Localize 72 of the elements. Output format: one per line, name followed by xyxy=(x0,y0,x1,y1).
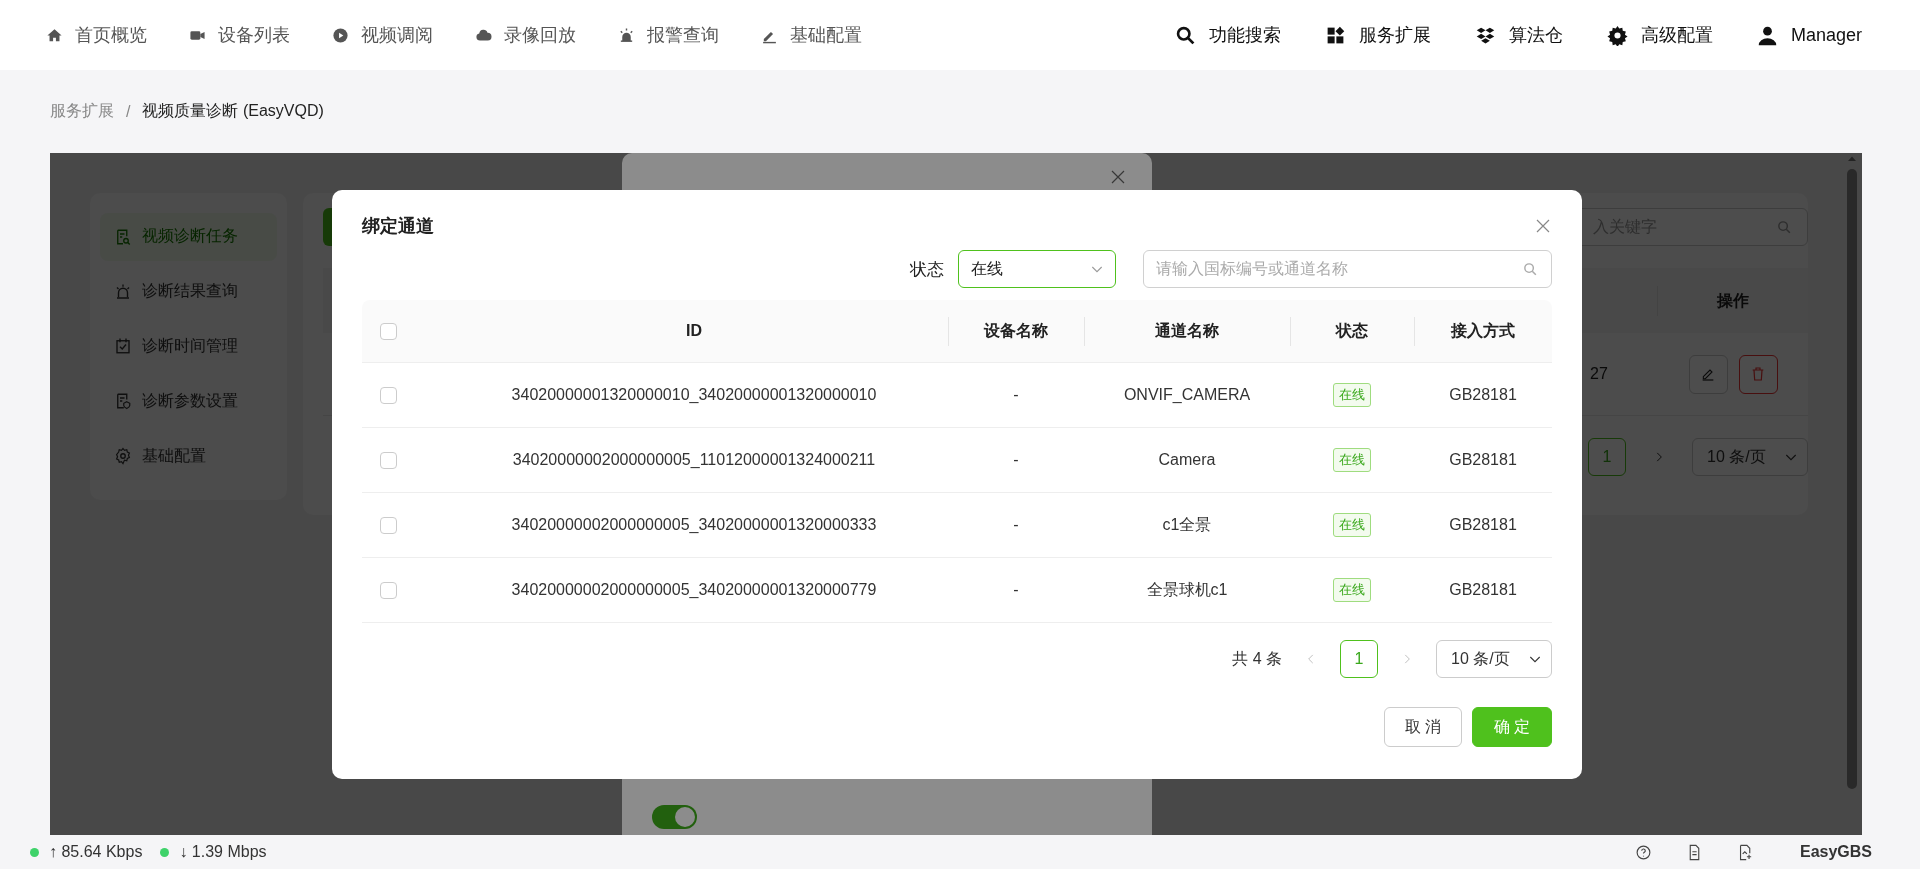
search-icon xyxy=(1776,218,1793,236)
document-shield-icon xyxy=(114,392,132,411)
nav-link[interactable]: 首页概览 xyxy=(46,23,147,47)
download-rate: ↓ 1.39 Mbps xyxy=(179,843,267,861)
table-cell-text: GB28181 xyxy=(1448,516,1518,534)
status-dot xyxy=(30,847,39,857)
table-cell-text: GB28181 xyxy=(1448,451,1518,469)
close-icon xyxy=(1534,217,1552,235)
toggle-switch[interactable] xyxy=(652,805,697,829)
nav-link[interactable]: 基础配置 xyxy=(761,23,862,47)
nav-link[interactable]: 高级配置 xyxy=(1606,23,1713,47)
table-cell-text: GB28181 xyxy=(1448,386,1518,404)
table-cell-text: ONVIF_CAMERA xyxy=(1122,386,1252,404)
table-cell-text: - xyxy=(1012,386,1020,404)
table-cell-text: - xyxy=(1012,516,1020,534)
table-cell-text: 34020000002000000005_34020000001320000333 xyxy=(510,516,878,534)
nav-link[interactable]: 功能搜索 xyxy=(1174,23,1281,47)
search-icon xyxy=(1522,260,1539,278)
checkbox[interactable] xyxy=(380,581,397,599)
checkbox[interactable] xyxy=(380,516,397,534)
table-cell-text: 34020000002000000005_11012000001324000211 xyxy=(511,451,877,469)
trash-icon xyxy=(1750,366,1766,382)
brand-name: EasyGBS xyxy=(1799,843,1872,861)
table-cell-text: 全景球机c1 xyxy=(1145,579,1229,600)
upload-rate: ↑ 85.64 Kbps xyxy=(49,843,143,861)
filter-label: 状态 xyxy=(910,258,944,281)
home-icon xyxy=(46,26,63,44)
edit-button[interactable] xyxy=(1688,354,1728,394)
settings-icon xyxy=(114,447,132,466)
status-tag: 在线 xyxy=(1333,578,1371,602)
column-header: ID xyxy=(685,322,703,340)
table-cell-text: GB28181 xyxy=(1448,581,1518,599)
nav-link[interactable]: 算法仓 xyxy=(1474,23,1563,47)
checkbox[interactable] xyxy=(380,322,397,340)
nav-link[interactable]: 设备列表 xyxy=(189,23,290,47)
nav-link[interactable]: 报警查询 xyxy=(618,23,719,47)
alarm-icon xyxy=(114,282,132,301)
table-cell-text: c1全景 xyxy=(1161,514,1213,535)
table-cell-text: - xyxy=(1012,581,1020,599)
user-icon xyxy=(1756,24,1778,46)
nav-link[interactable]: 服务扩展 xyxy=(1324,23,1431,47)
dialog-title: 绑定通道 xyxy=(362,215,434,238)
page-size-select[interactable]: 10 条/页 xyxy=(1436,640,1552,678)
nav-link[interactable]: 录像回放 xyxy=(475,23,576,47)
cancel-button[interactable]: 取 消 xyxy=(1384,707,1462,747)
breadcrumb-separator: / xyxy=(126,102,131,121)
status-tag: 在线 xyxy=(1333,513,1371,537)
delete-button[interactable] xyxy=(1738,354,1778,394)
total-count: 共 4 条 xyxy=(1232,648,1282,669)
document-search-icon xyxy=(114,227,132,246)
checkbox[interactable] xyxy=(380,386,397,404)
alarm-light-icon xyxy=(618,26,635,44)
checkbox[interactable] xyxy=(380,451,397,469)
table-cell-text: - xyxy=(1012,451,1020,469)
close-icon xyxy=(1109,168,1127,186)
status-tag: 在线 xyxy=(1333,383,1371,407)
table-cell-text: Camera xyxy=(1157,451,1217,469)
play-icon xyxy=(332,26,349,44)
calendar-check-icon xyxy=(114,337,132,356)
help-icon xyxy=(1634,843,1652,861)
status-tag: 在线 xyxy=(1333,448,1371,472)
breadcrumb-current: 视频质量诊断 (EasyVQD) xyxy=(142,101,324,121)
settings-icon xyxy=(1606,24,1628,46)
nav-link[interactable]: Manager xyxy=(1756,24,1862,46)
table-cell-text: 34020000001320000010_34020000001320000010 xyxy=(510,386,878,404)
status-dot xyxy=(160,847,170,857)
table-cell-text: 27 xyxy=(1589,365,1609,383)
status-select[interactable]: 在线 xyxy=(958,250,1116,288)
nav-link[interactable]: 视频调阅 xyxy=(332,23,433,47)
column-header: 操作 xyxy=(1657,285,1808,316)
search-icon xyxy=(1174,24,1196,46)
table-cell-text: 34020000002000000005_34020000001320000779 xyxy=(510,581,878,599)
